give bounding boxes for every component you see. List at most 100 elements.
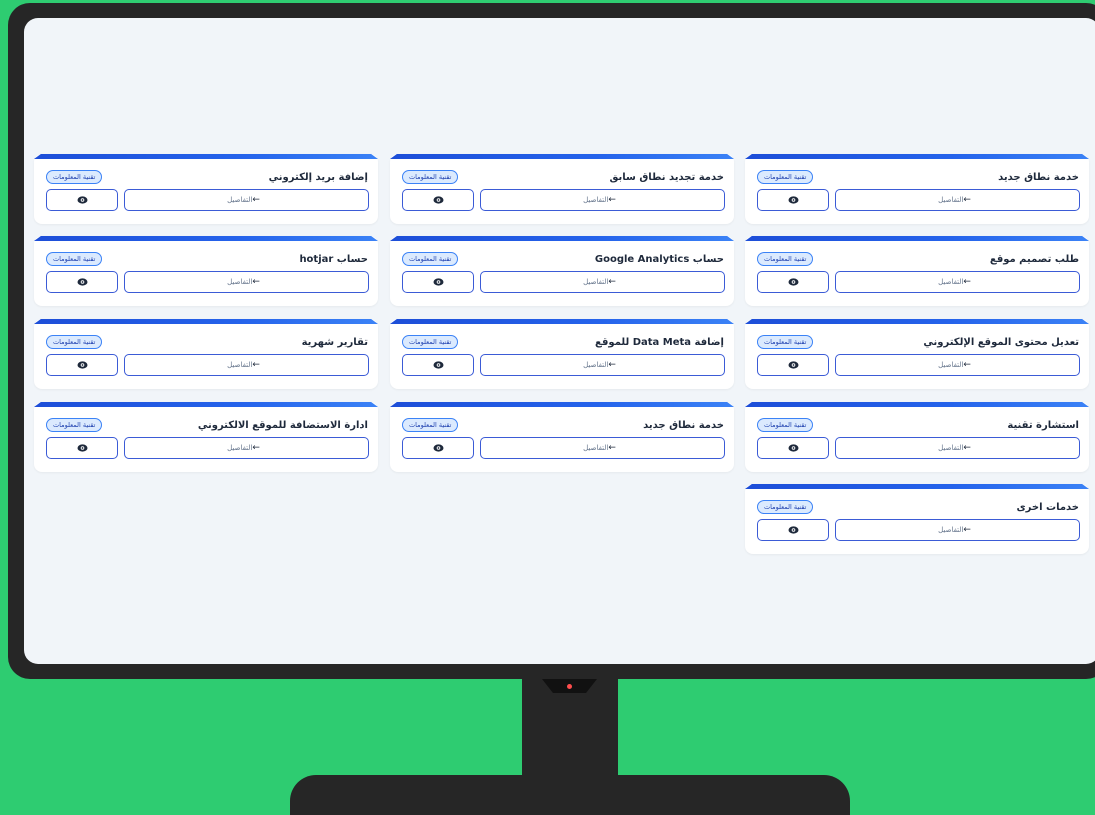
details-label: التفاصيل <box>583 444 609 452</box>
category-badge: تقنية المعلومات <box>757 335 814 349</box>
category-badge: تقنية المعلومات <box>757 170 814 184</box>
card-accent-bar <box>34 402 378 407</box>
arrow-left-icon: ← <box>252 277 260 287</box>
arrow-left-icon: ← <box>963 443 971 453</box>
category-badge: تقنية المعلومات <box>757 252 814 266</box>
category-badge: تقنية المعلومات <box>402 335 459 349</box>
details-label: التفاصيل <box>938 361 964 369</box>
details-label: التفاصيل <box>938 196 964 204</box>
details-label: التفاصيل <box>583 196 609 204</box>
service-title: خدمات اخرى <box>1016 502 1079 513</box>
details-label: التفاصيل <box>938 526 964 534</box>
eye-icon <box>433 444 443 452</box>
eye-icon <box>788 444 798 452</box>
monitor-stand-base <box>290 775 850 815</box>
arrow-left-icon: ← <box>608 360 616 370</box>
category-badge: تقنية المعلومات <box>46 170 103 184</box>
view-button[interactable] <box>757 271 829 293</box>
details-label: التفاصيل <box>227 196 253 204</box>
eye-icon <box>77 196 87 204</box>
category-badge: تقنية المعلومات <box>757 418 814 432</box>
card-accent-bar <box>745 484 1089 489</box>
view-button[interactable] <box>46 271 118 293</box>
category-badge: تقنية المعلومات <box>46 335 103 349</box>
view-button[interactable] <box>402 354 474 376</box>
service-card: خدمة نطاق جديد تقنية المعلومات التفاصيل ← <box>390 402 734 472</box>
service-card: طلب تصميم موقع تقنية المعلومات التفاصيل ← <box>745 236 1089 306</box>
arrow-left-icon: ← <box>608 195 616 205</box>
view-button[interactable] <box>402 189 474 211</box>
view-button[interactable] <box>402 271 474 293</box>
eye-icon <box>788 361 798 369</box>
service-title: طلب تصميم موقع <box>989 254 1079 265</box>
service-title: استشارة تقنية <box>1007 420 1079 431</box>
eye-icon <box>77 444 87 452</box>
view-button[interactable] <box>46 189 118 211</box>
details-button[interactable]: التفاصيل ← <box>835 519 1080 541</box>
details-label: التفاصيل <box>227 361 253 369</box>
details-label: التفاصيل <box>227 278 253 286</box>
category-badge: تقنية المعلومات <box>757 500 814 514</box>
details-button[interactable]: التفاصيل ← <box>835 271 1080 293</box>
details-button[interactable]: التفاصيل ← <box>480 271 725 293</box>
details-button[interactable]: التفاصيل ← <box>124 189 369 211</box>
card-accent-bar <box>34 319 378 324</box>
details-button[interactable]: التفاصيل ← <box>480 189 725 211</box>
card-accent-bar <box>34 236 378 241</box>
view-button[interactable] <box>46 354 118 376</box>
service-title: حساب hotjar <box>299 254 368 265</box>
monitor-stand-neck <box>522 679 618 779</box>
view-button[interactable] <box>757 437 829 459</box>
details-button[interactable]: التفاصيل ← <box>480 437 725 459</box>
card-accent-bar <box>390 402 734 407</box>
service-card: استشارة تقنية تقنية المعلومات التفاصيل ← <box>745 402 1089 472</box>
category-badge: تقنية المعلومات <box>402 170 459 184</box>
card-accent-bar <box>390 319 734 324</box>
details-button[interactable]: التفاصيل ← <box>480 354 725 376</box>
card-accent-bar <box>745 236 1089 241</box>
service-title: حساب Google Analytics <box>594 254 724 265</box>
details-button[interactable]: التفاصيل ← <box>124 354 369 376</box>
details-button[interactable]: التفاصيل ← <box>835 437 1080 459</box>
card-accent-bar <box>745 319 1089 324</box>
eye-icon <box>433 278 443 286</box>
service-card: خدمة تجديد نطاق سابق تقنية المعلومات التفا… <box>390 154 734 224</box>
eye-icon <box>433 196 443 204</box>
service-title: خدمة تجديد نطاق سابق <box>609 172 724 183</box>
details-button[interactable]: التفاصيل ← <box>835 189 1080 211</box>
view-button[interactable] <box>757 354 829 376</box>
service-card: خدمات اخرى تقنية المعلومات التفاصيل ← <box>745 484 1089 554</box>
details-button[interactable]: التفاصيل ← <box>124 437 369 459</box>
service-title: تعديل محتوى الموقع الإلكتروني <box>923 337 1079 348</box>
power-led-icon <box>567 684 572 689</box>
details-label: التفاصيل <box>938 444 964 452</box>
service-card: حساب Google Analytics تقنية المعلومات التف… <box>390 236 734 306</box>
service-card: إضافة Data Meta للموقع تقنية المعلومات الت… <box>390 319 734 389</box>
card-accent-bar <box>390 236 734 241</box>
service-title: إضافة Data Meta للموقع <box>595 337 724 348</box>
arrow-left-icon: ← <box>608 443 616 453</box>
arrow-left-icon: ← <box>608 277 616 287</box>
eye-icon <box>788 526 798 534</box>
card-accent-bar <box>390 154 734 159</box>
arrow-left-icon: ← <box>252 443 260 453</box>
arrow-left-icon: ← <box>963 525 971 535</box>
service-card: خدمة نطاق جديد تقنية المعلومات التفاصيل ← <box>745 154 1089 224</box>
eye-icon <box>77 361 87 369</box>
screen: خدمة نطاق جديد تقنية المعلومات التفاصيل ← خد… <box>24 18 1095 664</box>
arrow-left-icon: ← <box>963 277 971 287</box>
service-title: خدمة نطاق جديد <box>998 172 1079 183</box>
view-button[interactable] <box>46 437 118 459</box>
details-button[interactable]: التفاصيل ← <box>124 271 369 293</box>
eye-icon <box>433 361 443 369</box>
view-button[interactable] <box>757 519 829 541</box>
arrow-left-icon: ← <box>252 195 260 205</box>
service-title: إضافة بريد إلكتروني <box>268 172 368 183</box>
view-button[interactable] <box>757 189 829 211</box>
view-button[interactable] <box>402 437 474 459</box>
details-button[interactable]: التفاصيل ← <box>835 354 1080 376</box>
service-card: حساب hotjar تقنية المعلومات التفاصيل ← <box>34 236 378 306</box>
service-title: ادارة الاستضافة للموقع الالكتروني <box>197 420 368 431</box>
arrow-left-icon: ← <box>963 195 971 205</box>
service-card: تقارير شهرية تقنية المعلومات التفاصيل ← <box>34 319 378 389</box>
